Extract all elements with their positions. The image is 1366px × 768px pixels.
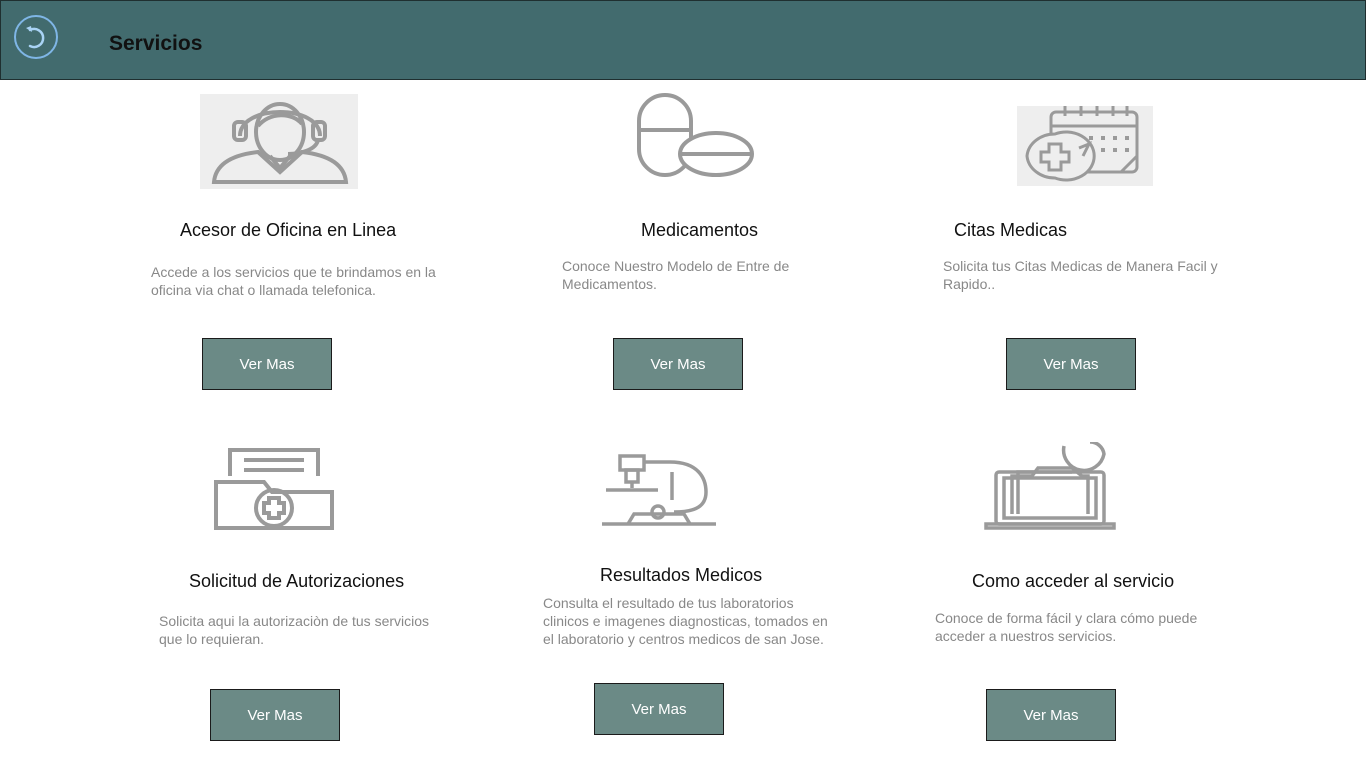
card-title: Acesor de Oficina en Linea — [180, 220, 397, 240]
ver-mas-button[interactable]: Ver Mas — [210, 689, 340, 741]
ver-mas-button[interactable]: Ver Mas — [594, 683, 724, 735]
page-title: Servicios — [109, 32, 203, 55]
ver-mas-button[interactable]: Ver Mas — [202, 338, 332, 390]
support-agent-icon — [200, 94, 358, 189]
back-button[interactable] — [13, 12, 59, 62]
card-description: Conoce Nuestro Modelo de Entre de Medica… — [562, 258, 790, 292]
card-title: Resultados Medicos — [600, 565, 763, 585]
card-title: Solicitud de Autorizaciones — [189, 571, 405, 591]
medical-calendar-icon — [1017, 106, 1153, 186]
medical-folder-icon — [212, 446, 336, 534]
laptop-folder-icon — [982, 442, 1118, 532]
card-title: Citas Medicas — [954, 220, 1068, 240]
ver-mas-button[interactable]: Ver Mas — [1006, 338, 1136, 390]
microscope-icon — [600, 452, 718, 528]
ver-mas-button[interactable]: Ver Mas — [986, 689, 1116, 741]
card-description: Accede a los servicios que te brindamos … — [151, 264, 436, 298]
card-description: Consulta el resultado de tus laboratorio… — [543, 595, 828, 647]
card-description: Conoce de forma fácil y clara cómo puede… — [935, 610, 1198, 644]
card-description: Solicita tus Citas Medicas de Manera Fac… — [943, 258, 1218, 292]
ver-mas-button[interactable]: Ver Mas — [613, 338, 743, 390]
back-arrow-icon — [14, 15, 58, 59]
app-header: Servicios — [0, 0, 1366, 80]
card-title: Medicamentos — [641, 220, 759, 240]
card-title: Como acceder al servicio — [972, 571, 1175, 591]
pills-icon — [634, 92, 756, 178]
card-description: Solicita aqui la autorizaciòn de tus ser… — [159, 613, 430, 647]
